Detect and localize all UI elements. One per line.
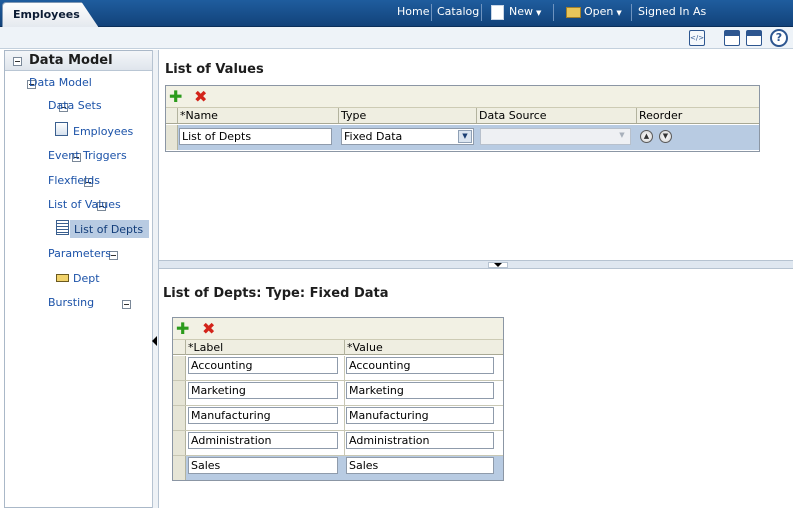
catalog-link[interactable]: Catalog bbox=[437, 5, 479, 18]
row-divider bbox=[173, 430, 503, 431]
header-data-source: Data Source bbox=[477, 108, 637, 123]
tree-event-triggers[interactable]: Event Triggers bbox=[48, 149, 127, 162]
add-icon[interactable]: ✚ bbox=[176, 321, 189, 337]
header-gutter bbox=[166, 108, 178, 123]
chevron-down-icon: ▼ bbox=[616, 9, 622, 17]
panel-title: Data Model bbox=[29, 53, 113, 68]
tab-label: Employees bbox=[13, 8, 80, 21]
lov-grid-header: *Name Type Data Source Reorder bbox=[166, 108, 759, 124]
label-input[interactable]: Sales bbox=[188, 457, 338, 474]
value-input[interactable]: Manufacturing bbox=[346, 407, 494, 424]
dataset-icon bbox=[55, 122, 68, 136]
values-grid-header: *Label *Value bbox=[173, 340, 503, 355]
xml-icon[interactable]: </> bbox=[689, 30, 705, 46]
value-input[interactable]: Marketing bbox=[346, 382, 494, 399]
header-gutter bbox=[173, 340, 186, 355]
label-input[interactable]: Marketing bbox=[188, 382, 338, 399]
collapse-icon[interactable] bbox=[13, 57, 22, 66]
tree-list-of-values[interactable]: List of Values bbox=[48, 198, 121, 211]
chevron-down-icon: ▼ bbox=[536, 9, 542, 17]
parameter-icon bbox=[56, 274, 69, 282]
separator bbox=[553, 4, 554, 21]
add-icon[interactable]: ✚ bbox=[169, 89, 182, 105]
data-source-select: ▼ bbox=[480, 128, 631, 145]
save-as-icon[interactable] bbox=[746, 30, 762, 46]
detail-title: List of Depts: Type: Fixed Data bbox=[163, 286, 389, 301]
header-type: Type bbox=[339, 108, 477, 123]
chevron-down-icon[interactable]: ▼ bbox=[458, 130, 472, 143]
header-name-label: Name bbox=[185, 109, 218, 122]
header-value: *Value bbox=[345, 340, 503, 355]
chevron-down-icon: ▼ bbox=[615, 130, 629, 143]
row-gutter bbox=[166, 125, 178, 150]
new-icon bbox=[491, 5, 504, 20]
tree-parameters[interactable]: Parameters bbox=[48, 247, 111, 260]
value-input[interactable]: Accounting bbox=[346, 357, 494, 374]
new-label: New bbox=[509, 5, 533, 18]
name-input[interactable]: List of Depts bbox=[179, 128, 332, 145]
value-input[interactable]: Sales bbox=[346, 457, 494, 474]
collapse-icon[interactable] bbox=[121, 300, 131, 309]
type-select[interactable]: Fixed Data ▼ bbox=[341, 128, 474, 145]
separator bbox=[431, 4, 432, 21]
lov-grid-toolbar bbox=[166, 86, 759, 108]
type-value: Fixed Data bbox=[344, 130, 403, 143]
tree-bursting[interactable]: Bursting bbox=[48, 296, 94, 309]
open-label: Open bbox=[584, 5, 614, 18]
move-up-icon[interactable]: ▲ bbox=[640, 130, 653, 143]
label-input[interactable]: Manufacturing bbox=[188, 407, 338, 424]
list-icon bbox=[56, 220, 69, 235]
signed-in-as: Signed In As bbox=[638, 5, 707, 18]
save-icon[interactable] bbox=[724, 30, 740, 46]
folder-icon bbox=[566, 7, 581, 18]
collapse-down-icon[interactable] bbox=[494, 263, 502, 267]
open-menu[interactable]: Open ▼ bbox=[584, 5, 622, 18]
move-down-icon[interactable]: ▼ bbox=[659, 130, 672, 143]
header-reorder: Reorder bbox=[639, 109, 683, 122]
tree-flexfields[interactable]: Flexfields bbox=[48, 174, 100, 187]
row-gutter bbox=[173, 356, 186, 480]
row-divider bbox=[173, 380, 503, 381]
vertical-splitter[interactable] bbox=[152, 50, 159, 508]
tree-data-model[interactable]: Data Model bbox=[29, 76, 92, 89]
horizontal-splitter[interactable] bbox=[159, 260, 793, 269]
separator bbox=[481, 4, 482, 21]
delete-icon[interactable]: ✖ bbox=[202, 321, 215, 337]
label-input[interactable]: Accounting bbox=[188, 357, 338, 374]
tree-dept[interactable]: Dept bbox=[73, 272, 100, 285]
delete-icon[interactable]: ✖ bbox=[194, 89, 207, 105]
tree-employees[interactable]: Employees bbox=[73, 125, 133, 138]
tree-list-of-depts[interactable]: List of Depts bbox=[74, 223, 143, 236]
tree-data-sets[interactable]: Data Sets bbox=[48, 99, 102, 112]
values-grid-toolbar bbox=[173, 318, 503, 340]
toolbar bbox=[0, 27, 793, 49]
value-input[interactable]: Administration bbox=[346, 432, 494, 449]
lov-title: List of Values bbox=[165, 62, 264, 77]
header-label: *Label bbox=[186, 340, 345, 355]
header-value-text: Value bbox=[352, 341, 383, 354]
separator bbox=[631, 4, 632, 21]
home-link[interactable]: Home bbox=[397, 5, 429, 18]
help-icon[interactable]: ? bbox=[770, 29, 788, 47]
header-name: *Name bbox=[178, 108, 339, 123]
collapse-left-icon[interactable] bbox=[152, 336, 157, 346]
label-input[interactable]: Administration bbox=[188, 432, 338, 449]
new-menu[interactable]: New ▼ bbox=[509, 5, 541, 18]
row-divider bbox=[173, 405, 503, 406]
header-label-text: Label bbox=[193, 341, 224, 354]
